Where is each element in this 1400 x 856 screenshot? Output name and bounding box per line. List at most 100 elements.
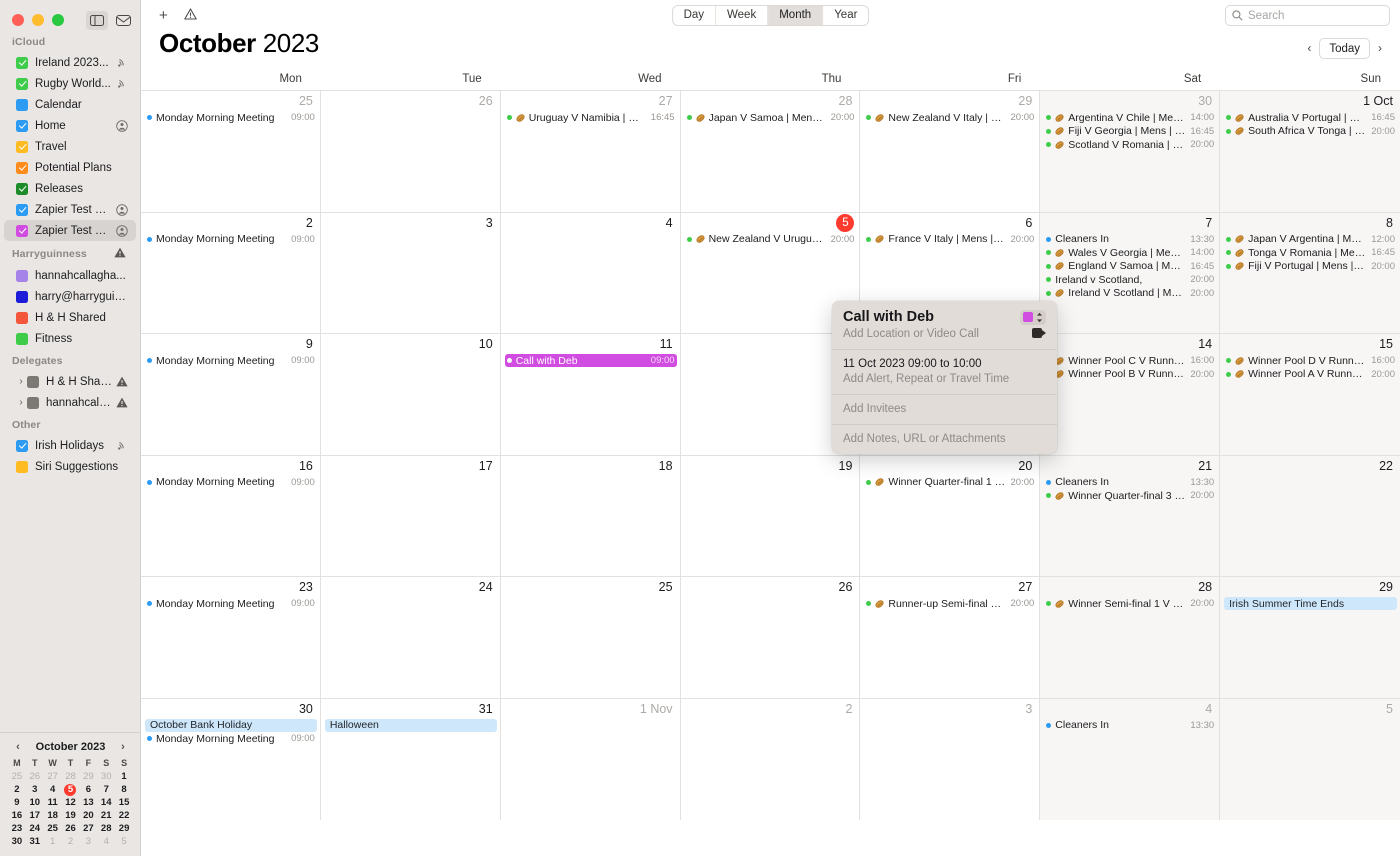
mini-cal-day[interactable]: 31: [26, 836, 44, 848]
sidebar-item-travel[interactable]: Travel: [4, 136, 136, 157]
calendar-event[interactable]: Japan V Samoa | Mens | R... 20:00: [685, 111, 857, 124]
sidebar-item-hannahcalla[interactable]: › hannahcalla...: [4, 392, 136, 413]
mini-cal-day[interactable]: 2: [8, 784, 26, 796]
day-cell[interactable]: 4 Cleaners In 13:30: [1040, 698, 1221, 820]
mini-cal-day[interactable]: 26: [26, 771, 44, 783]
shared-person-icon[interactable]: [112, 203, 128, 216]
day-cell[interactable]: 2 Monday Morning Meeting 09:00: [141, 212, 321, 333]
close-button[interactable]: [12, 14, 24, 26]
video-camera-icon[interactable]: [1032, 327, 1046, 338]
tab-day[interactable]: Day: [673, 5, 717, 25]
mini-cal-day[interactable]: 8: [115, 784, 133, 796]
today-button[interactable]: Today: [1319, 38, 1370, 59]
calendar-checkbox[interactable]: [16, 140, 28, 153]
day-cell[interactable]: 23 Monday Morning Meeting 09:00: [141, 577, 321, 698]
mini-cal-day[interactable]: 12: [62, 797, 80, 809]
calendar-event[interactable]: Ireland v Scotland, 20:00: [1044, 273, 1216, 286]
mini-cal-day[interactable]: 15: [115, 797, 133, 809]
sidebar-item-harry-harryguin[interactable]: harry@harryguin...: [4, 286, 136, 307]
chevron-right-icon[interactable]: ›: [16, 397, 26, 408]
calendar-event[interactable]: Australia V Portugal | Men... 16:45: [1224, 111, 1397, 124]
sidebar-item-hannahcallagha[interactable]: hannahcallagha...: [4, 265, 136, 286]
popover-date-text[interactable]: 11 Oct 2023 09:00 to 10:00: [843, 358, 1046, 370]
calendar-event[interactable]: Monday Morning Meeting 09:00: [145, 111, 317, 124]
mini-cal-day[interactable]: 5: [62, 784, 80, 796]
day-cell[interactable]: 3: [860, 698, 1041, 820]
day-cell[interactable]: 14 Winner Pool C V Runner-... 16:00 Winner …: [1040, 334, 1221, 455]
popover-location-field[interactable]: Add Location or Video Call: [843, 328, 1032, 340]
calendar-checkbox[interactable]: [16, 203, 28, 216]
calendar-checkbox[interactable]: [16, 98, 28, 111]
day-cell[interactable]: 28 Winner Semi-final 1 V Wi... 20:00: [1040, 577, 1221, 698]
mini-cal-day[interactable]: 20: [79, 810, 97, 822]
tab-week[interactable]: Week: [716, 5, 769, 25]
minimize-button[interactable]: [32, 14, 44, 26]
mini-cal-day[interactable]: 17: [26, 810, 44, 822]
calendar-checkbox[interactable]: [16, 460, 28, 473]
day-cell[interactable]: 27 Uruguay V Namibia | Men... 16:45: [500, 91, 681, 212]
add-event-button[interactable]: +: [159, 8, 168, 23]
day-cell[interactable]: 20 Winner Quarter-final 1 V... 20:00: [860, 455, 1041, 576]
popover-invitees-field[interactable]: Add Invitees: [843, 403, 1046, 415]
calendar-event[interactable]: Winner Pool D V Runner-... 16:00: [1224, 354, 1397, 367]
broadcast-icon[interactable]: [113, 440, 128, 451]
mini-cal-day[interactable]: 5: [115, 836, 133, 848]
tab-year[interactable]: Year: [823, 6, 868, 25]
shared-person-icon[interactable]: [112, 119, 128, 132]
sidebar-item-zapier-test-e[interactable]: Zapier Test E...: [4, 220, 136, 241]
sidebar-item-h-h-shared[interactable]: H & H Shared: [4, 307, 136, 328]
calendar-event[interactable]: England V Samoa | Mens |... 16:45: [1044, 260, 1216, 273]
mini-cal-day[interactable]: 27: [44, 771, 62, 783]
calendar-event[interactable]: Monday Morning Meeting 09:00: [145, 233, 317, 246]
day-cell[interactable]: 18: [500, 455, 681, 576]
mini-cal-day[interactable]: 7: [97, 784, 115, 796]
calendar-event[interactable]: Winner Pool C V Runner-... 16:00: [1044, 354, 1216, 367]
calendar-event[interactable]: Winner Pool A V Runner-... 20:00: [1224, 368, 1397, 381]
broadcast-icon[interactable]: [113, 57, 128, 68]
mini-cal-day[interactable]: 6: [79, 784, 97, 796]
mini-cal-day[interactable]: 16: [8, 810, 26, 822]
day-cell[interactable]: 19: [680, 455, 861, 576]
day-cell[interactable]: 5: [1220, 698, 1400, 820]
day-cell[interactable]: 8 Japan V Argentina | Mens... 12:00 Tonga V…: [1220, 212, 1400, 333]
sidebar-item-calendar[interactable]: Calendar: [4, 94, 136, 115]
day-cell[interactable]: 30 Argentina V Chile | Mens |... 14:00 Fiji…: [1040, 91, 1221, 212]
calendar-event[interactable]: Monday Morning Meeting 09:00: [145, 732, 317, 745]
sidebar-item-home[interactable]: Home: [4, 115, 136, 136]
mini-cal-day[interactable]: 29: [115, 823, 133, 835]
mini-cal-prev-button[interactable]: ‹: [12, 741, 24, 753]
mini-cal-day[interactable]: 30: [8, 836, 26, 848]
calendar-checkbox[interactable]: [16, 56, 28, 69]
calendar-checkbox[interactable]: [16, 224, 28, 237]
day-cell[interactable]: 10: [320, 334, 501, 455]
tab-month[interactable]: Month: [768, 5, 824, 25]
warning-icon[interactable]: [112, 397, 128, 408]
day-cell[interactable]: 1 Oct Australia V Portugal | Men... 16:45 S…: [1220, 91, 1400, 212]
next-month-button[interactable]: ›: [1370, 38, 1390, 59]
sidebar-item-siri-suggestions[interactable]: Siri Suggestions: [4, 456, 136, 477]
mini-cal-day[interactable]: 25: [44, 823, 62, 835]
calendar-checkbox[interactable]: [16, 290, 28, 303]
calendar-event[interactable]: Fiji V Georgia | Mens | Ru... 16:45: [1044, 125, 1216, 138]
day-cell[interactable]: 16 Monday Morning Meeting 09:00: [141, 455, 321, 576]
calendar-checkbox[interactable]: [16, 161, 28, 174]
day-cell[interactable]: 24: [320, 577, 501, 698]
calendar-checkbox[interactable]: [27, 375, 39, 388]
popover-event-title[interactable]: Call with Deb: [843, 309, 1020, 325]
calendar-event[interactable]: Call with Deb 09:00: [504, 354, 677, 367]
mini-cal-day[interactable]: 28: [97, 823, 115, 835]
calendar-checkbox[interactable]: [16, 439, 28, 452]
day-cell[interactable]: 30 October Bank Holiday Monday Morning Mee…: [141, 698, 321, 820]
warning-icon[interactable]: [112, 376, 128, 387]
calendar-event[interactable]: October Bank Holiday: [145, 718, 317, 732]
zoom-button[interactable]: [52, 14, 64, 26]
day-cell[interactable]: 15 Winner Pool D V Runner-... 16:00 Winner …: [1220, 334, 1400, 455]
sidebar-item-irish-holidays[interactable]: Irish Holidays: [4, 435, 136, 456]
day-cell[interactable]: 4: [500, 212, 681, 333]
alerts-icon[interactable]: [184, 7, 197, 23]
mini-cal-day[interactable]: 23: [8, 823, 26, 835]
calendar-event[interactable]: Tonga V Romania | Mens |... 16:45: [1224, 246, 1397, 259]
mini-cal-day[interactable]: 28: [62, 771, 80, 783]
sidebar-item-potential-plans[interactable]: Potential Plans: [4, 157, 136, 178]
mini-cal-day[interactable]: 1: [115, 771, 133, 783]
